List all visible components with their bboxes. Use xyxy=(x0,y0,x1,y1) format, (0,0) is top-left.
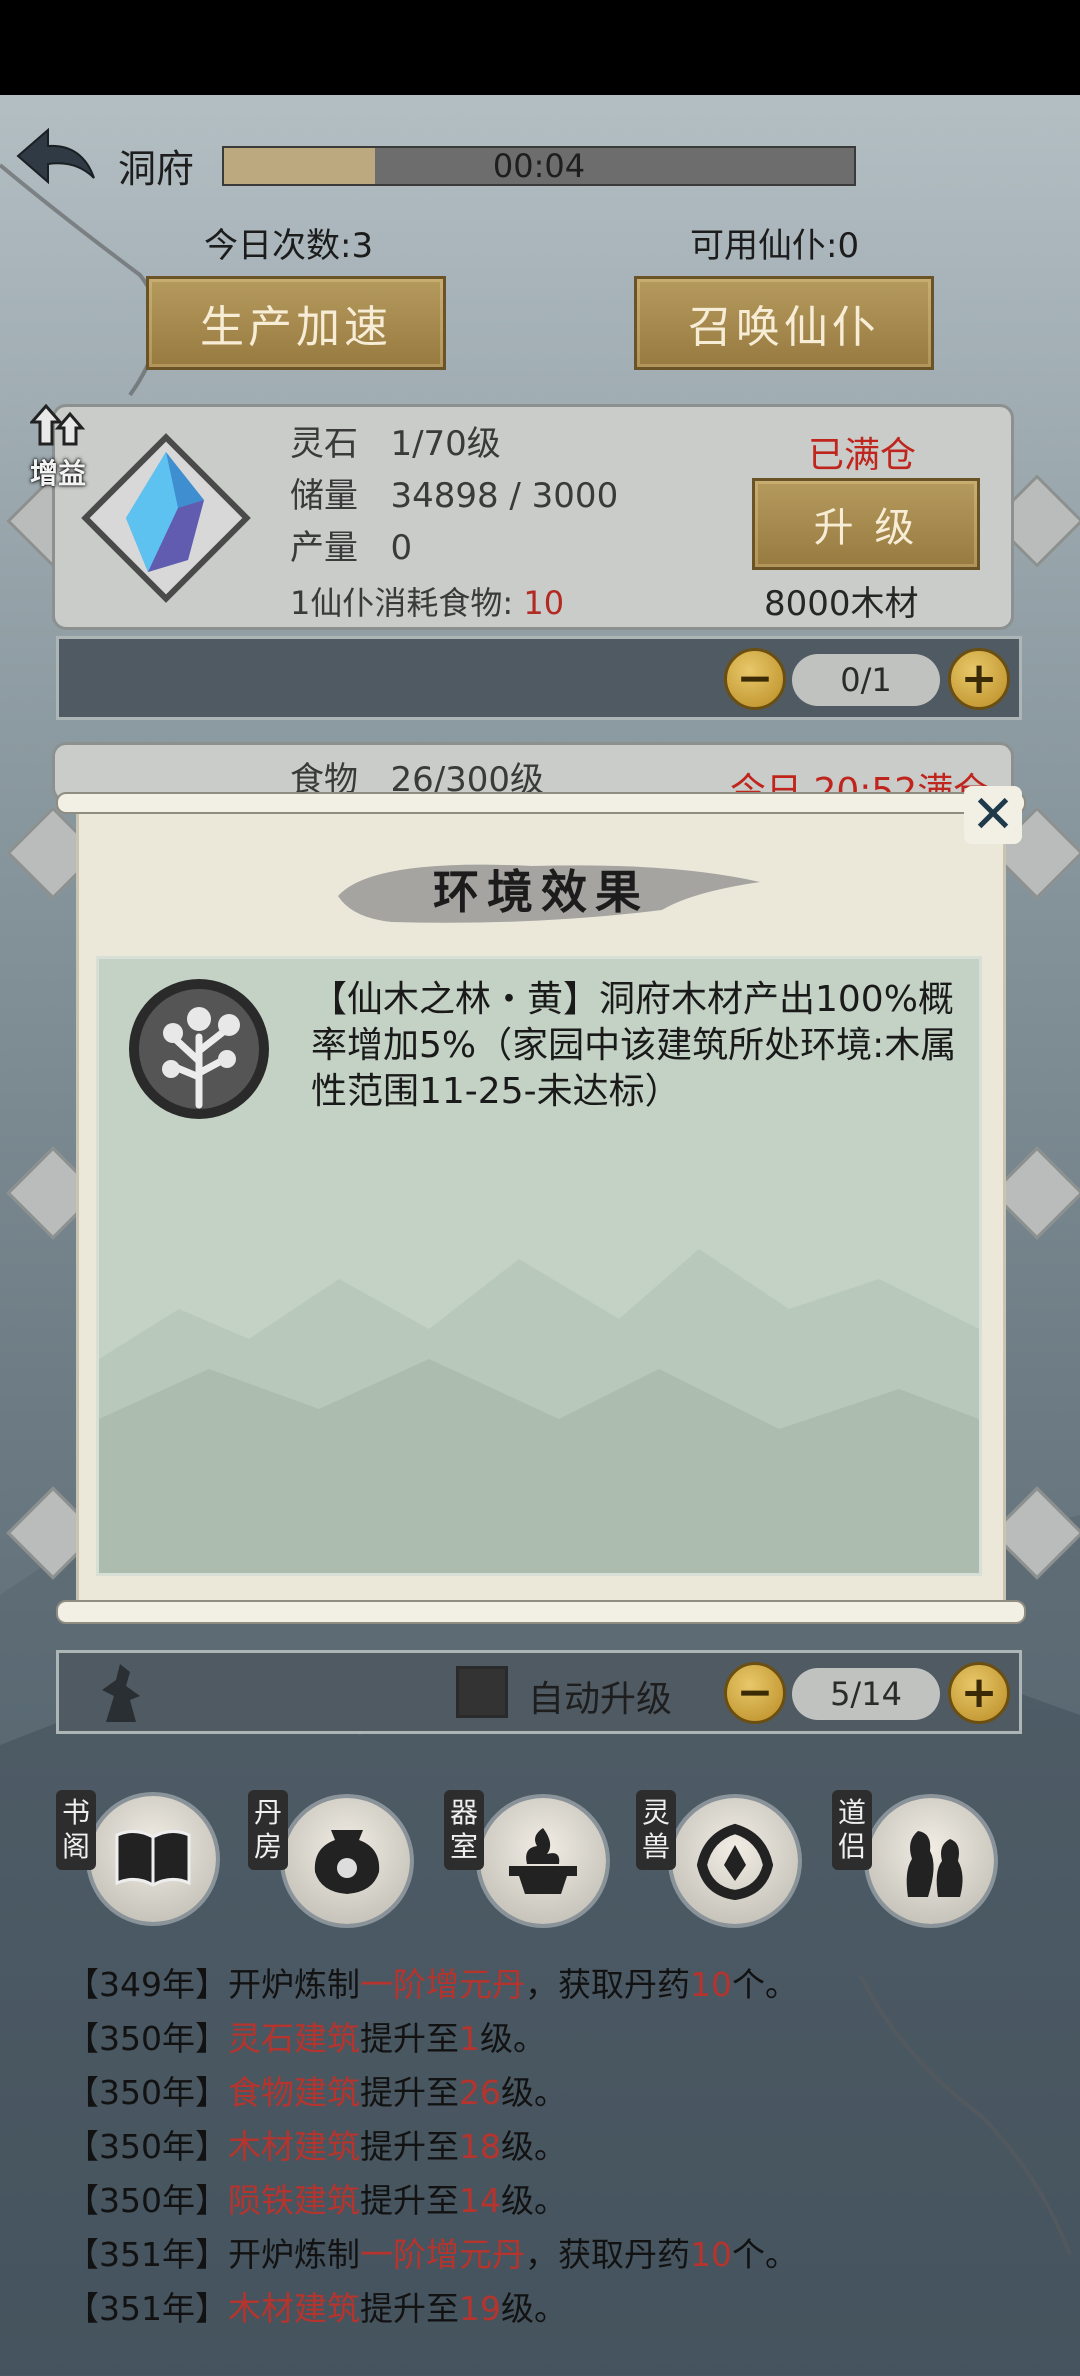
minus-button[interactable]: − xyxy=(724,648,786,710)
summon-servant-button[interactable]: 召唤仙仆 xyxy=(634,276,934,370)
scroll-roll-bottom xyxy=(56,1600,1026,1624)
nav-library-label: 书阁 xyxy=(56,1790,96,1870)
log-line: 【351年】开炉炼制一阶增元丹，获取丹药10个。 xyxy=(66,2235,798,2274)
back-arrow-icon xyxy=(16,127,95,185)
effect-content-panel: 【仙木之林・黄】洞府木材产出100%概率增加5%（家园中该建筑所处环境:木属性范… xyxy=(96,956,982,1576)
building-stock: 储量 34898 / 3000 xyxy=(290,468,618,517)
stock-label: 储量 xyxy=(290,476,358,516)
consume-label: 1仙仆消耗食物: xyxy=(290,584,514,622)
today-count-label: 今日次数:3 xyxy=(204,226,374,266)
close-icon: ✕ xyxy=(971,785,1015,845)
output-value: 0 xyxy=(390,528,413,568)
storage-full-status: 已满仓 xyxy=(808,435,917,476)
building-level: 灵石 1/70级 xyxy=(290,416,501,465)
nav-companion-label: 道侣 xyxy=(832,1790,872,1870)
upgrade-cost: 8000木材 xyxy=(764,584,919,624)
log-line: 【350年】灵石建筑提升至1级。 xyxy=(66,2019,546,2058)
stock-value: 34898 / 3000 xyxy=(390,476,619,516)
nav-spirit-beast-label: 灵兽 xyxy=(636,1790,676,1870)
building-output: 产量 0 xyxy=(290,520,412,569)
timer-text: 00:04 xyxy=(492,147,586,185)
dialog-title: 环境效果 xyxy=(433,865,649,919)
auto-upgrade-checkbox[interactable] xyxy=(456,1666,508,1718)
boost-label: 增益 xyxy=(30,457,87,490)
wood-forest-icon xyxy=(127,977,271,1121)
plus-button[interactable]: + xyxy=(948,1662,1010,1724)
building-name: 灵石 xyxy=(290,424,358,464)
scroll-roll-top xyxy=(56,792,1026,814)
boost-arrows-icon xyxy=(28,403,86,446)
boost-badge[interactable]: 增益 xyxy=(28,403,90,492)
page-title: 洞府 xyxy=(118,147,195,191)
speedup-button[interactable]: 生产加速 xyxy=(146,276,446,370)
close-button[interactable]: ✕ xyxy=(964,785,1022,845)
available-servants-label: 可用仙仆:0 xyxy=(690,226,860,266)
timer-progress-bar: 00:04 xyxy=(222,146,856,186)
spirit-stone-icon xyxy=(126,452,204,572)
environment-effect-dialog: ✕ 环境效果 【仙木之林・黄】洞府木材产出100%概率增加5%（家园中该建筑所处… xyxy=(56,785,1026,1630)
servant-count: 0/1 xyxy=(792,654,940,706)
effect-description: 【仙木之林・黄】洞府木材产出100%概率增加5%（家园中该建筑所处环境:木属性范… xyxy=(311,979,957,1112)
output-label: 产量 xyxy=(290,528,358,568)
log-line: 【351年】木材建筑提升至19级。 xyxy=(66,2289,567,2328)
companion-icon xyxy=(868,1798,994,1924)
mist-mountains xyxy=(99,1249,979,1573)
upgrade-button[interactable]: 升 级 xyxy=(752,478,980,570)
log-line: 【350年】陨铁建筑提升至14级。 xyxy=(66,2181,567,2220)
book-icon xyxy=(90,1796,216,1922)
log-line: 【350年】木材建筑提升至18级。 xyxy=(66,2127,567,2166)
back-button[interactable] xyxy=(12,126,98,190)
nav-forge-label: 器室 xyxy=(444,1790,484,1870)
auto-upgrade-count: 5/14 xyxy=(792,1668,940,1720)
plus-button[interactable]: + xyxy=(948,648,1010,710)
forge-icon xyxy=(480,1798,606,1924)
log-line: 【350年】食物建筑提升至26级。 xyxy=(66,2073,567,2112)
auto-upgrade-label: 自动升级 xyxy=(528,1679,673,1720)
status-bar xyxy=(0,0,1080,95)
servant-silhouette-icon xyxy=(102,1664,140,1722)
minus-button[interactable]: − xyxy=(724,1662,786,1724)
log-line: 【349年】开炉炼制一阶增元丹，获取丹药10个。 xyxy=(66,1965,798,2004)
nav-alchemy-label: 丹房 xyxy=(248,1790,288,1870)
building-level-value: 1/70级 xyxy=(390,424,501,464)
furnace-icon xyxy=(284,1798,410,1924)
phoenix-icon xyxy=(672,1798,798,1924)
food-consumption: 1仙仆消耗食物: 10 xyxy=(290,578,564,624)
consume-value: 10 xyxy=(523,584,565,622)
